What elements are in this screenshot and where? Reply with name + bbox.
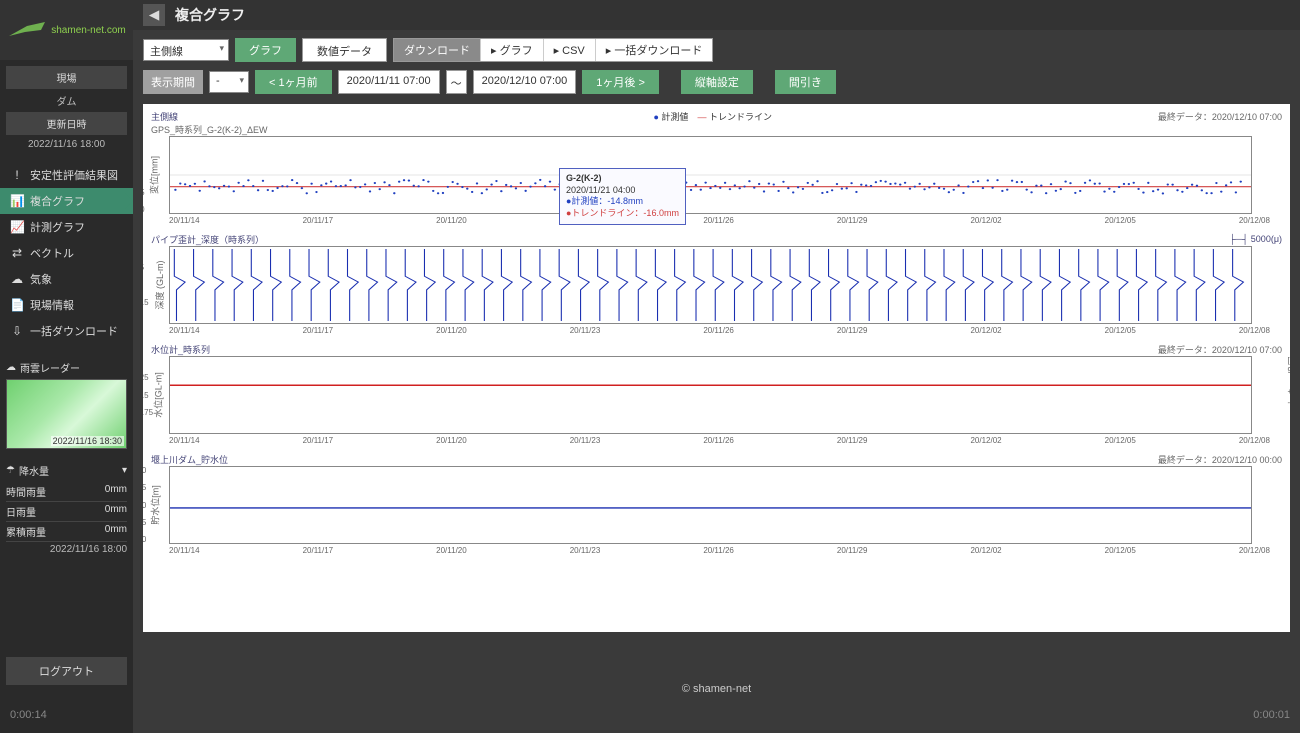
date-separator: ～ (446, 70, 467, 94)
time-left: 0:00:14 (10, 709, 47, 721)
chart-canvas[interactable] (169, 356, 1252, 434)
chart-tooltip: G-2(K-2) 2020/11/21 04:00 ●計測値：-14.8mm ●… (559, 168, 686, 225)
umbrella-icon: ☂ (6, 465, 15, 476)
site-button[interactable]: 現場 (6, 66, 127, 89)
nav-bulk-download[interactable]: ⇩ 一括ダウンロード (0, 318, 133, 344)
sidebar: shamen-net.com 現場 ダム 更新日時 2022/11/16 18:… (0, 0, 133, 733)
chart-pipe-strain: パイプ歪計_深度（時系列） 深度 (GL-m) 06.51319.526 ├─┤… (151, 233, 1282, 335)
chart-canvas[interactable] (169, 466, 1252, 544)
nav-measurement-graph[interactable]: 📈 計測グラフ (0, 214, 133, 240)
logo-text: shamen-net.com (51, 25, 125, 36)
y-axis-label: 貯水位[m] (148, 485, 161, 525)
x-axis: 20/11/1420/11/1720/11/2020/11/2320/11/26… (151, 544, 1282, 555)
y-axis-label: 深度 (GL-m) (153, 261, 166, 310)
document-icon: 📄 (10, 298, 24, 312)
download-segment: ダウンロード ▸ グラフ ▸ CSV ▸ 一括ダウンロード (393, 38, 713, 62)
nav-label: 気象 (30, 271, 52, 287)
y-axis-ticks: 06.2512.518.7525 (143, 356, 153, 434)
back-button[interactable]: ◀ (143, 4, 165, 26)
scale-tag: ├─┤ 5000(μ) (1229, 234, 1282, 244)
cloud-icon: ☁ (10, 272, 24, 286)
nav-label: 一括ダウンロード (30, 323, 118, 339)
vaxis-button[interactable]: 縦軸設定 (681, 70, 753, 94)
y-axis-label: 水位[GL-m] (151, 372, 164, 418)
nav-label: 複合グラフ (30, 193, 85, 209)
chart-subtitle: GPS_時系列_G-2(K-2)_ΔEW (151, 123, 268, 136)
charts-panel: 主側線GPS_時系列_G-2(K-2)_ΔEW ● 計測値 — トレンドライン … (143, 104, 1290, 632)
chart-water-level: 水位計_時系列最終データ：2020/12/10 07:00 水位[GL-m] 0… (151, 343, 1282, 445)
y-axis-label: 変位[mm] (148, 156, 161, 194)
range-unit-select[interactable]: - (209, 71, 249, 93)
y-axis-ticks: 50250-25-50 (143, 136, 145, 214)
nav-vector[interactable]: ⇄ ベクトル (0, 240, 133, 266)
download-icon: ⇩ (10, 324, 24, 338)
chevron-down-icon[interactable]: ▾ (122, 465, 127, 476)
chart-last-data: 最終データ：2020/12/10 07:00 (1158, 343, 1282, 356)
line-chart-icon: 📈 (10, 220, 24, 234)
prev-month-button[interactable]: < 1ヶ月前 (255, 70, 332, 94)
toolbar: 主側線 グラフ 数値データ ダウンロード ▸ グラフ ▸ CSV ▸ 一括ダウン… (133, 30, 1300, 102)
radar-title: ☁雨雲レーダー (6, 356, 127, 379)
chart-title: 主側線 (151, 110, 268, 123)
topbar: ◀ 複合グラフ (133, 0, 1300, 30)
data-button[interactable]: 数値データ (302, 38, 387, 62)
chart-canvas[interactable] (169, 136, 1252, 214)
download-seg-graph[interactable]: ▸ グラフ (480, 39, 543, 61)
nav-label: ベクトル (30, 245, 74, 261)
x-axis: 20/11/1420/11/1720/11/2020/11/2320/11/26… (151, 214, 1282, 225)
download-seg-csv[interactable]: ▸ CSV (543, 39, 595, 61)
date-end-input[interactable]: 2020/12/10 07:00 (473, 70, 577, 94)
main: ◀ 複合グラフ 主側線 グラフ 数値データ ダウンロード ▸ グラフ ▸ CSV… (133, 0, 1300, 733)
nav-label: 現場情報 (30, 297, 74, 313)
right-annotation: [GL-m]9.2+- (1288, 356, 1290, 408)
chart-title: 堰上川ダム_貯水位 (151, 453, 228, 466)
time-right: 0:00:01 (1253, 709, 1290, 721)
chart-gps-displacement: 主側線GPS_時系列_G-2(K-2)_ΔEW ● 計測値 — トレンドライン … (151, 110, 1282, 225)
nav-composite-graph[interactable]: 📊 複合グラフ (0, 188, 133, 214)
rain-timestamp: 2022/11/16 18:00 (6, 544, 127, 555)
chart-legend: ● 計測値 — トレンドライン (653, 110, 772, 136)
y-axis-ticks: 06.51319.526 (143, 246, 149, 324)
rain-row-hourly: 時間雨量0mm (6, 482, 127, 502)
radar-timestamp: 2022/11/16 18:30 (51, 436, 124, 446)
nav-weather[interactable]: ☁ 気象 (0, 266, 133, 292)
nav-label: 計測グラフ (30, 219, 85, 235)
chart-icon: 📊 (10, 194, 24, 208)
nav-site-info[interactable]: 📄 現場情報 (0, 292, 133, 318)
chart-title: 水位計_時系列 (151, 343, 210, 356)
rain-title: ☂降水量▾ (6, 459, 127, 482)
thinning-button[interactable]: 間引き (775, 70, 836, 94)
page-title: 複合グラフ (175, 5, 245, 25)
update-timestamp: 2022/11/16 18:00 (6, 139, 127, 150)
range-label: 表示期間 (143, 70, 203, 94)
graph-button[interactable]: グラフ (235, 38, 296, 62)
date-start-input[interactable]: 2020/11/11 07:00 (338, 70, 440, 94)
next-month-button[interactable]: 1ヶ月後 > (582, 70, 659, 94)
update-button[interactable]: 更新日時 (6, 112, 127, 135)
download-seg-bulk[interactable]: ▸ 一括ダウンロード (595, 39, 713, 61)
nav-label: 安定性評価結果図 (30, 167, 118, 183)
nav: !安定性評価結果図 📊複合グラフ 📈計測グラフ ⇄ベクトル ☁気象 📄現場情報 … (0, 162, 133, 344)
chart-canvas[interactable] (169, 246, 1252, 324)
arrows-icon: ⇄ (10, 246, 24, 260)
nav-stability[interactable]: ! 安定性評価結果図 (0, 162, 133, 188)
y-axis-ticks: 340315290265240 (143, 466, 146, 544)
rain-row-cumulative: 累積雨量0mm (6, 522, 127, 542)
download-seg-label: ダウンロード (394, 39, 480, 61)
x-axis: 20/11/1420/11/1720/11/2020/11/2320/11/26… (151, 324, 1282, 335)
logo: shamen-net.com (0, 0, 133, 60)
dam-label: ダム (6, 93, 127, 108)
chart-last-data: 最終データ：2020/12/10 07:00 (1158, 110, 1282, 136)
chart-title: パイプ歪計_深度（時系列） (151, 233, 264, 246)
radar-image[interactable]: 2022/11/16 18:30 (6, 379, 127, 449)
x-axis: 20/11/1420/11/1720/11/2020/11/2320/11/26… (151, 434, 1282, 445)
info-icon: ! (10, 168, 24, 182)
logout-button[interactable]: ログアウト (6, 657, 127, 685)
line-select[interactable]: 主側線 (143, 39, 229, 61)
cloud-icon: ☁ (6, 362, 16, 373)
chart-dam-level: 堰上川ダム_貯水位最終データ：2020/12/10 00:00 貯水位[m] 3… (151, 453, 1282, 555)
rain-row-daily: 日雨量0mm (6, 502, 127, 522)
footer: © shamen-net (133, 683, 1300, 695)
chart-last-data: 最終データ：2020/12/10 00:00 (1158, 453, 1282, 466)
